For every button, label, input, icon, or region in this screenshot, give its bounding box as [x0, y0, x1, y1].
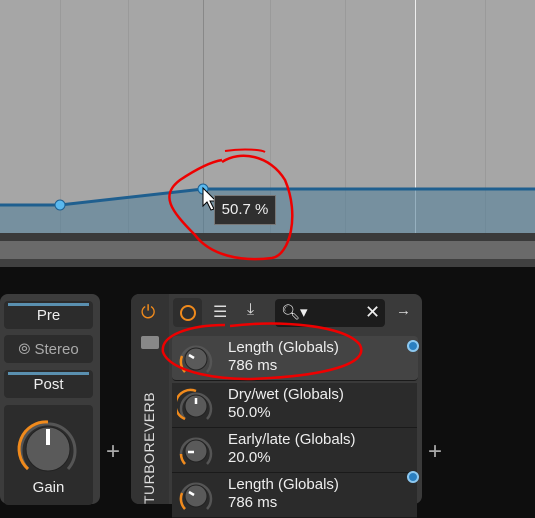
horizontal-scrollbar[interactable] — [0, 241, 535, 259]
param-knob[interactable] — [177, 387, 215, 425]
mixer-strip: Pre ⦾ Stereo Post Gain — [0, 294, 100, 505]
param-row[interactable]: Length (Globals) 786 ms — [172, 471, 419, 518]
pre-button[interactable]: Pre — [4, 301, 93, 329]
param-knob[interactable] — [177, 477, 215, 515]
device-panel: ⏻ TURBOREVERB ☰ ⤓ 🔍︎▾ ✕ → Length (Global… — [131, 294, 422, 518]
pre-label: Pre — [36, 307, 61, 324]
stereo-icon: ⦾ — [18, 341, 35, 358]
param-knob[interactable] — [177, 340, 215, 378]
gain-section: Gain — [4, 405, 93, 505]
post-label: Post — [33, 376, 64, 393]
gain-label: Gain — [32, 479, 65, 496]
param-name: Length (Globals) — [228, 476, 339, 493]
param-value: 786 ms — [228, 357, 278, 374]
gain-knob[interactable] — [16, 417, 80, 481]
search-input[interactable]: 🔍︎▾ ✕ — [275, 299, 385, 327]
insert-icon[interactable]: ⤓ — [247, 301, 254, 319]
panel-divider[interactable] — [0, 259, 535, 267]
device-name: TURBOREVERB — [141, 391, 157, 504]
automation-point[interactable] — [54, 199, 66, 211]
add-device-button[interactable]: + — [106, 438, 120, 466]
list-icon[interactable]: ☰ — [213, 302, 227, 322]
param-name: Length (Globals) — [228, 339, 339, 356]
value-tooltip: 50.7 % — [214, 195, 276, 225]
close-icon[interactable]: ✕ — [365, 302, 380, 323]
modulation-dot[interactable] — [407, 340, 419, 352]
param-name: Dry/wet (Globals) — [228, 386, 344, 403]
param-row[interactable]: Dry/wet (Globals) 50.0% — [172, 383, 417, 428]
param-value: 20.0% — [228, 449, 271, 466]
param-row[interactable]: Early/late (Globals) 20.0% — [172, 428, 417, 473]
search-icon: 🔍︎▾ — [281, 304, 308, 321]
param-name: Early/late (Globals) — [228, 431, 356, 448]
post-button[interactable]: Post — [4, 370, 93, 398]
modulation-dot[interactable] — [407, 471, 419, 483]
arrow-right-icon[interactable]: → — [396, 302, 411, 319]
stereo-label: Stereo — [34, 341, 79, 358]
stereo-button[interactable]: ⦾ Stereo — [4, 335, 93, 363]
param-value: 50.0% — [228, 404, 271, 421]
param-knob[interactable] — [177, 432, 215, 470]
folder-icon[interactable] — [141, 336, 159, 349]
remote-controls-tab[interactable] — [173, 298, 202, 327]
add-device-button[interactable]: + — [428, 438, 442, 466]
lane-border — [0, 233, 535, 241]
power-icon[interactable]: ⏻ — [141, 302, 155, 323]
device-sidebar: ⏻ TURBOREVERB — [131, 294, 169, 504]
param-row[interactable]: Length (Globals) 786 ms — [172, 336, 419, 381]
knob-icon — [180, 305, 196, 321]
param-value: 786 ms — [228, 494, 278, 511]
